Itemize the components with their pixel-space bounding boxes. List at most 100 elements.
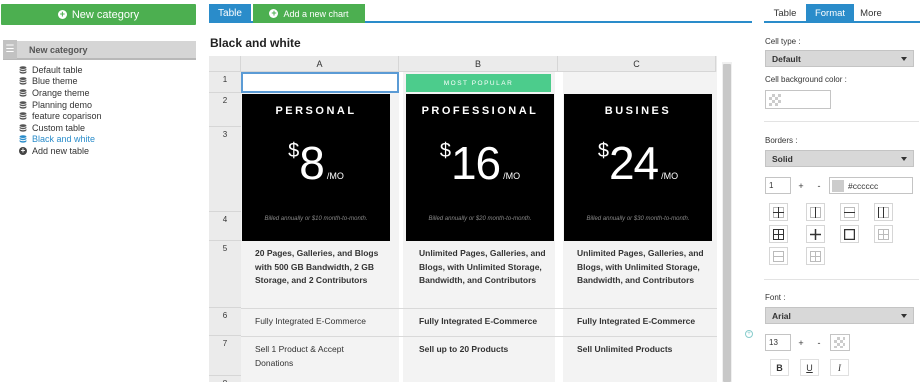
- cell-type-value: Default: [772, 53, 801, 64]
- table-item-label: Default table: [32, 64, 83, 75]
- table-item-blue-theme[interactable]: Blue theme: [19, 76, 102, 88]
- app-root: + New category ☰ New category Default ta…: [0, 0, 920, 382]
- tab-format[interactable]: Format: [806, 4, 854, 23]
- underline-button[interactable]: U: [800, 359, 819, 376]
- italic-button[interactable]: I: [830, 359, 849, 376]
- bold-button[interactable]: B: [770, 359, 789, 376]
- feature-cell[interactable]: Fully Integrated E-Commerce: [255, 315, 395, 329]
- price-amount: 24: [608, 137, 659, 189]
- column-header-b[interactable]: B: [399, 56, 558, 72]
- column-header-a[interactable]: A: [241, 56, 399, 72]
- database-icon: [19, 89, 27, 97]
- border-left-button[interactable]: [874, 203, 893, 221]
- feature-cell[interactable]: Sell 1 Product & Accept Donations: [255, 343, 375, 370]
- table-item-planning-demo[interactable]: Planning demo: [19, 99, 102, 111]
- font-family-value: Arial: [772, 310, 791, 321]
- database-icon: [19, 65, 27, 74]
- spreadsheet: A B C 1 2 3 4 5 6 7 8 MOST POPULAR PERSO…: [209, 56, 717, 382]
- border-none-button[interactable]: [769, 247, 788, 265]
- row-header-4[interactable]: 4: [209, 212, 241, 241]
- row-header-3[interactable]: 3: [209, 127, 241, 212]
- tab-more[interactable]: More: [854, 4, 888, 23]
- plan-card-personal[interactable]: PERSONAL $8/MO Billed annually or $10 mo…: [242, 94, 390, 241]
- add-chart-label: Add a new chart: [283, 8, 349, 19]
- border-width-increase[interactable]: +: [795, 177, 807, 194]
- cell-bg-color-picker[interactable]: [765, 90, 831, 109]
- currency-symbol: $: [597, 140, 609, 162]
- row-header-8[interactable]: 8: [209, 376, 241, 382]
- new-category-label: New category: [71, 8, 140, 21]
- row-header-2[interactable]: 2: [209, 93, 241, 127]
- border-right-button[interactable]: [874, 225, 893, 243]
- database-icon: [19, 77, 27, 85]
- border-inner-button[interactable]: [806, 203, 825, 221]
- table-item-black-and-white[interactable]: Black and white: [19, 134, 102, 146]
- row-header-6[interactable]: 6: [209, 308, 241, 336]
- font-size-decrease[interactable]: -: [813, 334, 825, 351]
- font-size-input[interactable]: 13: [765, 334, 791, 351]
- border-style-select[interactable]: Solid: [765, 150, 914, 167]
- font-size-increase[interactable]: +: [795, 334, 807, 351]
- most-popular-badge: MOST POPULAR: [406, 74, 551, 92]
- plan-name: PERSONAL: [275, 105, 357, 117]
- column-header-c[interactable]: C: [558, 56, 716, 72]
- feature-cell[interactable]: Fully Integrated E-Commerce: [577, 315, 712, 329]
- border-outer-button[interactable]: [840, 225, 859, 243]
- row-header-1[interactable]: 1: [209, 72, 241, 93]
- plus-circle-icon: +: [269, 8, 279, 18]
- border-style-value: Solid: [772, 153, 793, 164]
- table-item-custom[interactable]: Custom table: [19, 122, 102, 134]
- feature-cell[interactable]: 20 Pages, Galleries, and Blogs with 500 …: [255, 247, 393, 288]
- font-family-select[interactable]: Arial: [765, 307, 914, 324]
- border-width-decrease[interactable]: -: [813, 177, 825, 194]
- scrollbar-thumb[interactable]: [723, 64, 731, 382]
- plan-price: $24/MO: [564, 136, 712, 196]
- border-cross-button[interactable]: [806, 225, 825, 243]
- row-header-5[interactable]: 5: [209, 241, 241, 308]
- feature-cell[interactable]: Fully Integrated E-Commerce: [419, 315, 554, 329]
- border-bottom-icon: [810, 250, 821, 262]
- table-item-feature-coparison[interactable]: feature coparison: [19, 110, 102, 122]
- cell-type-select[interactable]: Default: [765, 50, 914, 67]
- border-grid-icon: [773, 228, 784, 240]
- tab-table[interactable]: Table: [764, 4, 806, 23]
- border-color-value: #cccccc: [848, 180, 879, 191]
- border-grid-button[interactable]: [769, 225, 788, 243]
- border-inner-icon: [810, 206, 821, 218]
- border-outer-icon: [844, 228, 855, 240]
- border-bottom-button[interactable]: [806, 247, 825, 265]
- resize-handle-icon[interactable]: +: [745, 330, 753, 338]
- border-top-button[interactable]: [840, 203, 859, 221]
- font-color-picker[interactable]: [830, 334, 850, 351]
- table-item-orange-theme[interactable]: Orange theme: [19, 87, 102, 99]
- selected-cell-a1[interactable]: [241, 72, 399, 93]
- currency-symbol: $: [288, 140, 300, 162]
- table-item-default[interactable]: Default table: [19, 64, 102, 76]
- add-chart-button[interactable]: + Add a new chart: [253, 4, 365, 23]
- feature-cell[interactable]: Unlimited Pages, Galleries, and Blogs, w…: [577, 247, 707, 288]
- sidebar: + New category ☰ New category Default ta…: [0, 0, 197, 382]
- drag-handle-icon[interactable]: ☰: [3, 40, 17, 59]
- feature-cell[interactable]: Unlimited Pages, Galleries, and Blogs, w…: [419, 247, 547, 288]
- plan-card-business[interactable]: BUSINES $24/MO Billed annually or $30 mo…: [564, 94, 712, 241]
- border-width-input[interactable]: 1: [765, 177, 791, 194]
- plan-card-professional[interactable]: PROFESSIONAL $16/MO Billed annually or $…: [406, 94, 554, 241]
- vertical-scrollbar[interactable]: [722, 62, 732, 382]
- price-period: /MO: [661, 171, 679, 181]
- add-new-table-label: Add new table: [32, 145, 90, 156]
- feature-cell[interactable]: Sell Unlimited Products: [577, 343, 712, 357]
- category-title: New category: [29, 44, 88, 55]
- table-item-label: Orange theme: [32, 87, 90, 98]
- chevron-down-icon: [901, 157, 907, 161]
- feature-cell[interactable]: Sell up to 20 Products: [419, 343, 554, 357]
- border-color-field[interactable]: #cccccc: [829, 177, 913, 194]
- category-header[interactable]: ☰ New category: [3, 40, 196, 60]
- border-all-button[interactable]: [769, 203, 788, 221]
- price-amount: 16: [450, 137, 501, 189]
- tab-table[interactable]: Table: [209, 4, 251, 23]
- font-label: Font :: [765, 293, 786, 302]
- new-category-button[interactable]: + New category: [1, 4, 196, 25]
- add-new-table[interactable]: + Add new table: [19, 145, 102, 157]
- row-header-7[interactable]: 7: [209, 336, 241, 376]
- cell-type-label: Cell type :: [765, 37, 801, 46]
